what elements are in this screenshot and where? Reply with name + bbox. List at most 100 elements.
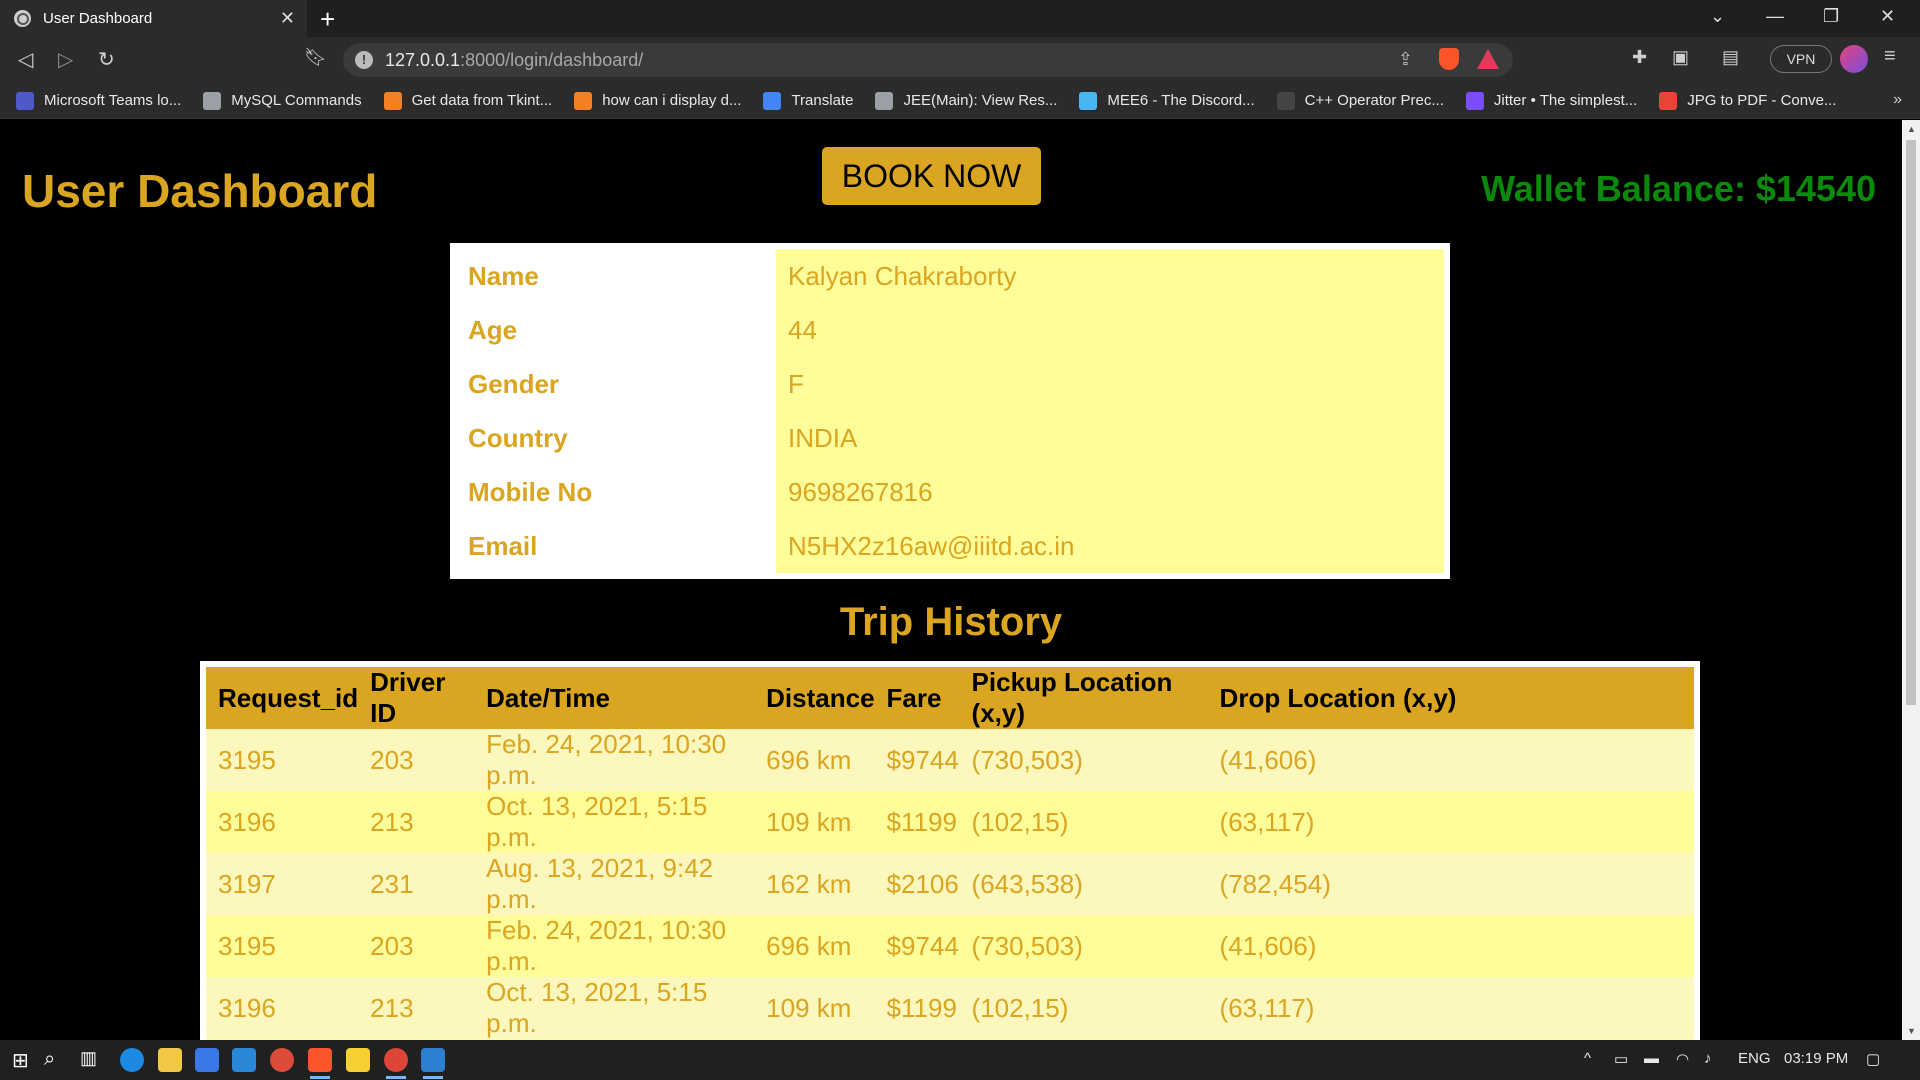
table-cell: Feb. 24, 2021, 10:30 p.m. [474,729,755,791]
bookmark-item[interactable]: C++ Operator Prec... [1276,91,1444,110]
table-cell: (643,538) [959,853,1208,915]
share-icon[interactable]: ⇪ [1398,49,1413,70]
bookmark-item[interactable]: Microsoft Teams lo... [16,91,182,110]
table-cell: (41,606) [1207,915,1694,977]
edge-icon[interactable] [120,1048,144,1072]
bookmark-item[interactable]: JPG to PDF - Conve... [1659,91,1836,110]
column-header: Date/Time [474,667,755,729]
profile-row: Name Kalyan Chakraborty [456,249,1444,303]
profile-field-value: N5HX2z16aw@iiitd.ac.in [776,519,1444,573]
table-cell: Oct. 13, 2021, 5:15 p.m. [474,791,755,853]
table-row: 3196 213 Oct. 13, 2021, 5:15 p.m. 109 km $11… [206,791,1694,853]
bookmark-item[interactable]: Jitter • The simplest... [1465,91,1637,110]
table-cell: (730,503) [959,729,1208,791]
table-cell: $1199 [874,977,960,1039]
show-hidden-icons[interactable]: ^ [1584,1050,1591,1067]
mail-icon[interactable] [232,1048,256,1072]
table-cell: (782,454) [1207,853,1694,915]
bookmark-label: JEE(Main): View Res... [903,92,1058,109]
tab-strip: User Dashboard ✕ + ⌄ — ❐ ✕ [0,0,1920,37]
profile-field-value: F [776,357,1444,411]
brave-rewards-icon[interactable] [1477,49,1499,69]
profile-field-value: INDIA [776,411,1444,465]
battery-icon[interactable]: ▬ [1644,1050,1659,1067]
bookmark-icon[interactable]: 🔖︎ [304,47,327,68]
browser-tab[interactable]: User Dashboard ✕ [0,0,307,37]
sidebar-icon[interactable]: ▣ [1672,47,1689,68]
bookmark-favicon-icon [16,91,34,110]
book-now-button[interactable]: BOOK NOW [822,147,1041,205]
notifications-icon[interactable]: ▢ [1866,1050,1880,1068]
table-cell: Oct. 13, 2021, 5:15 p.m. [474,977,755,1039]
wifi-icon[interactable]: ◠ [1676,1050,1689,1068]
store-icon[interactable] [195,1048,219,1072]
meet-now-icon[interactable]: ▭ [1614,1050,1628,1068]
tab-search-icon[interactable]: ⌄ [1710,6,1725,27]
profile-field-label: Mobile No [456,465,776,519]
site-info-icon[interactable]: ! [355,51,373,69]
scrollbar-thumb[interactable] [1906,140,1916,705]
wallet-icon[interactable]: ▤ [1722,47,1739,68]
bookmark-item[interactable]: MySQL Commands [203,91,362,110]
sticky-notes-icon[interactable] [346,1048,370,1072]
column-header: Drop Location (x,y) [1207,667,1694,729]
window-close-icon[interactable]: ✕ [1880,6,1895,27]
profile-field-value: 9698267816 [776,465,1444,519]
browser-toolbar: ◁ ▷ ↻ 🔖︎ ! 127.0.0.1:8000/login/dashboar… [0,37,1920,83]
tab-title: User Dashboard [43,10,153,27]
table-cell: 213 [358,977,475,1039]
clock[interactable]: 03:19 PM [1784,1050,1848,1067]
url-text[interactable]: 127.0.0.1:8000/login/dashboard/ [385,50,643,71]
brave-shields-icon[interactable] [1439,48,1459,70]
minimize-icon[interactable]: — [1766,6,1784,27]
language-indicator[interactable]: ENG [1738,1050,1771,1067]
profile-avatar[interactable] [1840,45,1868,73]
table-cell: 3197 [206,853,359,915]
task-view-icon[interactable]: ▥ [80,1048,104,1072]
table-cell: Aug. 13, 2021, 9:42 p.m. [474,853,755,915]
chrome-icon[interactable] [270,1048,294,1072]
reload-icon[interactable]: ↻ [98,47,115,72]
table-cell: (63,117) [1207,791,1694,853]
restore-icon[interactable]: ❐ [1823,6,1839,27]
scroll-down-icon[interactable]: ▼ [1907,1026,1916,1036]
bookmark-item[interactable]: MEE6 - The Discord... [1079,91,1255,110]
vscode-icon[interactable] [421,1048,445,1079]
bookmark-label: C++ Operator Prec... [1304,92,1444,109]
forward-icon[interactable]: ▷ [58,47,73,72]
column-header: Fare [874,667,960,729]
file-explorer-icon[interactable] [158,1048,182,1072]
vpn-button[interactable]: VPN [1770,45,1832,73]
page-scrollbar[interactable]: ▲ ▼ [1902,120,1920,1040]
table-cell: 3195 [206,729,359,791]
bookmark-favicon-icon [1659,91,1678,110]
search-icon[interactable]: ⌕ [44,1048,68,1072]
close-tab-icon[interactable]: ✕ [280,8,295,29]
extensions-icon[interactable]: ✚ [1632,47,1647,68]
bookmark-label: Microsoft Teams lo... [44,92,182,109]
volume-icon[interactable]: ♪ [1704,1050,1712,1067]
table-cell: 3196 [206,977,359,1039]
back-icon[interactable]: ◁ [18,47,33,72]
bookmark-item[interactable]: how can i display d... [574,91,741,110]
brave-taskbar-icon[interactable] [308,1048,332,1079]
more-bookmarks-icon[interactable]: » [1893,91,1902,109]
address-bar[interactable]: ! 127.0.0.1:8000/login/dashboard/ ⇪ [343,43,1513,77]
table-cell: 162 km [754,853,875,915]
profile-field-label: Age [456,303,776,357]
bookmark-label: Get data from Tkint... [411,92,553,109]
bookmark-item[interactable]: JEE(Main): View Res... [875,91,1058,110]
chrome-profile-icon[interactable] [384,1048,408,1079]
bookmark-favicon-icon [203,91,222,110]
new-tab-icon[interactable]: + [320,4,335,35]
table-cell: 231 [358,853,475,915]
table-cell: $1199 [874,791,960,853]
scroll-up-icon[interactable]: ▲ [1907,124,1916,134]
profile-field-label: Gender [456,357,776,411]
menu-icon[interactable]: ≡ [1884,45,1896,68]
profile-row: Email N5HX2z16aw@iiitd.ac.in [456,519,1444,573]
bookmark-item[interactable]: Translate [763,91,853,110]
bookmark-item[interactable]: Get data from Tkint... [383,91,553,110]
profile-field-label: Name [456,249,776,303]
windows-start-icon[interactable]: ⊞ [12,1048,36,1072]
